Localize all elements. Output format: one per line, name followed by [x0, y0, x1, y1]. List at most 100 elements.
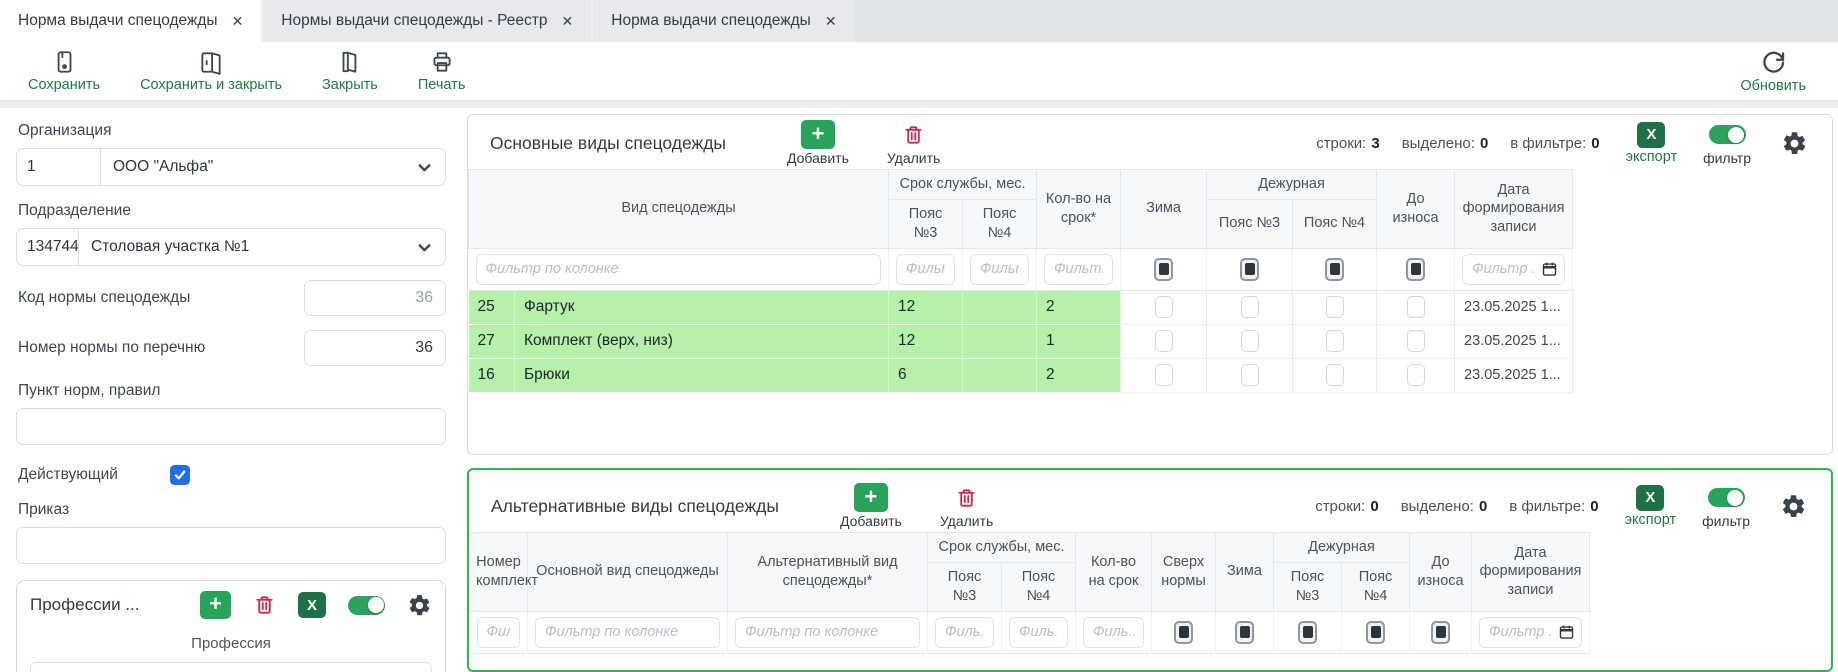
filter-input-qty[interactable] [1083, 617, 1144, 648]
row-checkbox[interactable] [1241, 364, 1259, 386]
tab-close-icon[interactable]: ✕ [825, 13, 837, 30]
row-checkbox[interactable] [1241, 330, 1259, 352]
print-button[interactable]: Печать [418, 49, 466, 93]
add-icon[interactable]: + [200, 591, 231, 619]
filter-toggle-button[interactable]: фильтр [1702, 483, 1750, 529]
table-row[interactable]: 25Фартук12223.05.2025 1... [469, 290, 1833, 324]
tab-close-icon[interactable]: ✕ [562, 13, 574, 30]
cell-filler [1573, 358, 1832, 392]
row-checkbox[interactable] [1326, 296, 1344, 318]
add-icon: + [854, 483, 888, 512]
row-checkbox[interactable] [1326, 364, 1344, 386]
active-checkbox[interactable] [170, 465, 190, 485]
add-row-button[interactable]: + Добавить [787, 120, 849, 166]
gear-icon[interactable] [1780, 493, 1807, 520]
printer-icon [429, 49, 455, 75]
table-row[interactable]: 16Брюки6223.05.2025 1... [469, 358, 1833, 392]
row-checkbox[interactable] [1155, 330, 1173, 352]
row-checkbox[interactable] [1407, 364, 1425, 386]
filter-checkbox-sverh[interactable] [1174, 621, 1193, 644]
delete-label: Удалить [940, 513, 993, 529]
filter-input-poyas3[interactable] [935, 617, 994, 648]
trash-icon[interactable] [253, 593, 276, 617]
delete-row-button[interactable]: Удалить [940, 483, 993, 529]
row-checkbox[interactable] [1155, 296, 1173, 318]
gear-icon[interactable] [1781, 130, 1808, 157]
norm-code-field[interactable]: 36 [304, 280, 446, 316]
main-table-panel: Основные виды спецодежды + Добавить Удал… [467, 114, 1833, 455]
org-code-field[interactable]: 1 [16, 148, 100, 186]
tab-reestr[interactable]: Нормы выдачи спецодежды - Реестр ✕ [261, 0, 591, 42]
norm-number-field[interactable]: 36 [304, 330, 446, 366]
filter-checkbox-dezh3[interactable] [1298, 621, 1317, 644]
row-checkbox[interactable] [1407, 296, 1425, 318]
cell-dezh3 [1207, 358, 1293, 392]
col-header-poyas4: Пояс №4 [1002, 562, 1076, 611]
dept-select[interactable]: Столовая участка №1 [78, 228, 446, 266]
filter-input-alt[interactable] [735, 617, 920, 648]
filter-checkbox-iznos[interactable] [1406, 258, 1425, 281]
filter-checkbox-dezh3[interactable] [1240, 258, 1259, 281]
tab-norma-2[interactable]: Норма выдачи спецодежды ✕ [591, 0, 854, 42]
close-button[interactable]: Закрыть [322, 49, 378, 93]
cell-qty: 1 [1037, 324, 1121, 358]
org-select[interactable]: ООО "Альфа" [100, 148, 446, 186]
filter-checkbox-dezh4[interactable] [1325, 258, 1344, 281]
cell-qty: 2 [1037, 358, 1121, 392]
row-checkbox[interactable] [1326, 330, 1344, 352]
add-row-button[interactable]: + Добавить [840, 483, 902, 529]
filter-input-osn[interactable] [535, 617, 720, 648]
active-label: Действующий [18, 466, 170, 484]
save-button[interactable]: Сохранить [28, 49, 100, 93]
rows-stat: строки:0 [1315, 498, 1379, 515]
excel-export-icon: X [1637, 122, 1665, 148]
cell-iznos [1377, 358, 1455, 392]
tab-label: Норма выдачи спецодежды [18, 12, 218, 30]
filter-checkbox-zima[interactable] [1154, 258, 1173, 281]
filter-input-vid[interactable] [476, 254, 882, 285]
trash-icon [955, 483, 978, 512]
row-checkbox[interactable] [1155, 364, 1173, 386]
export-button[interactable]: X экспорт [1625, 485, 1676, 528]
filter-input-poyas4[interactable] [1009, 617, 1068, 648]
filter-checkbox-iznos[interactable] [1431, 621, 1450, 644]
export-button[interactable]: X экспорт [1626, 122, 1677, 165]
row-checkbox[interactable] [1407, 330, 1425, 352]
filter-input-nomer[interactable] [477, 617, 521, 648]
filter-input-qty[interactable] [1044, 254, 1113, 285]
in-filter-stat: в фильтре:0 [1509, 498, 1598, 515]
col-header-dezh4: Пояс №4 [1293, 199, 1377, 248]
row-checkbox[interactable] [1241, 296, 1259, 318]
col-header-date: Дата формирования записи [1455, 170, 1573, 249]
filter-input-poyas3[interactable] [896, 254, 955, 285]
tab-norma-1[interactable]: Норма выдачи спецодежды ✕ [0, 0, 261, 42]
col-group-dezh: Дежурная [1274, 533, 1410, 563]
order-input[interactable] [16, 527, 446, 564]
cell-code: 25 [469, 290, 515, 324]
save-and-close-button[interactable]: Сохранить и закрыть [140, 49, 282, 93]
filter-toggle[interactable] [348, 596, 385, 615]
excel-export-icon[interactable]: X [298, 592, 326, 618]
calendar-icon[interactable] [1541, 261, 1558, 278]
filter-toggle-button[interactable]: фильтр [1703, 120, 1751, 166]
calendar-icon[interactable] [1558, 624, 1575, 641]
filter-checkbox-dezh4[interactable] [1366, 621, 1385, 644]
delete-row-button[interactable]: Удалить [887, 120, 940, 166]
col-header-poyas3: Пояс №3 [928, 562, 1002, 611]
cell-name: Комплект (верх, низ) [515, 324, 889, 358]
clause-input[interactable] [16, 408, 446, 445]
filter-input-poyas4[interactable] [970, 254, 1029, 285]
cell-zima [1121, 290, 1207, 324]
gear-icon[interactable] [407, 593, 432, 618]
table-row[interactable]: 27Комплект (верх, низ)12123.05.2025 1... [469, 324, 1833, 358]
alt-table-title: Альтернативные виды спецодежды [491, 496, 779, 517]
chevron-down-icon [416, 159, 433, 176]
refresh-button[interactable]: Обновить [1740, 49, 1806, 94]
dept-code-field[interactable]: 134744 [16, 228, 78, 266]
filter-checkbox-zima[interactable] [1235, 621, 1254, 644]
dept-select-value: Столовая участка №1 [91, 238, 416, 256]
tab-close-icon[interactable]: ✕ [232, 13, 244, 30]
org-label: Организация [18, 122, 446, 140]
refresh-icon [1760, 49, 1787, 76]
col-header-dezh3: Пояс №3 [1207, 199, 1293, 248]
